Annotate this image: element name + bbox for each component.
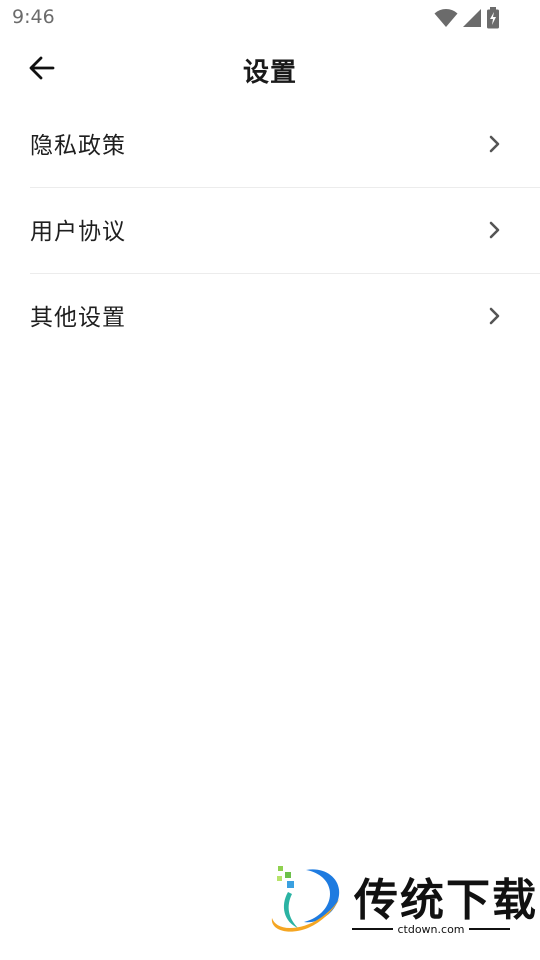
settings-screen: 9:46 设置 隐私政策 用户协议 其他设置 传统下载 ctdown.com <box>0 0 540 960</box>
divider <box>352 928 394 930</box>
cell-signal-icon <box>462 8 482 32</box>
divider <box>468 928 510 930</box>
watermark-brand: 传统下载 <box>354 875 538 926</box>
status-icons <box>434 7 500 33</box>
settings-item-other-settings[interactable]: 其他设置 <box>30 274 540 359</box>
logo-swoosh-icon <box>268 862 348 942</box>
settings-item-user-agreement[interactable]: 用户协议 <box>30 188 540 274</box>
watermark-url-row: ctdown.com <box>352 922 510 936</box>
battery-charging-icon <box>486 7 500 33</box>
chevron-right-icon <box>488 220 502 240</box>
wifi-icon <box>434 8 458 32</box>
status-time: 9:46 <box>12 6 55 28</box>
watermark-logo: 传统下载 ctdown.com <box>268 862 536 942</box>
settings-item-label: 隐私政策 <box>30 133 126 159</box>
settings-list: 隐私政策 用户协议 其他设置 <box>0 102 540 359</box>
settings-item-privacy-policy[interactable]: 隐私政策 <box>30 102 540 188</box>
page-title: 设置 <box>242 58 297 88</box>
chevron-right-icon <box>488 134 502 154</box>
settings-item-label: 用户协议 <box>30 219 126 245</box>
chevron-right-icon <box>488 306 502 326</box>
watermark-url: ctdown.com <box>397 922 465 936</box>
header: 设置 <box>0 40 540 100</box>
status-bar: 9:46 <box>0 0 540 36</box>
settings-item-label: 其他设置 <box>30 305 126 331</box>
